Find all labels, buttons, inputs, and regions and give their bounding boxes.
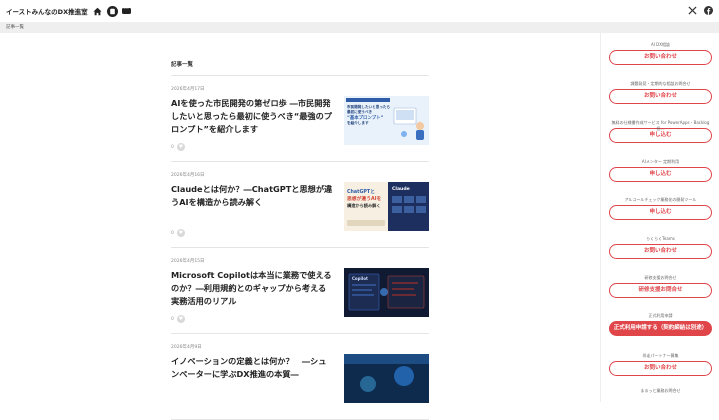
cta-label: 正式利用申請 [648,313,673,318]
sidebar-item-official-application: 正式利用申請 正式利用申請する（契約締結は別途） [609,313,712,336]
sidebar-item-ai-dx: AI DX相談 お問い合わせ [609,42,712,65]
sidebar-cta-list: AI DX相談 お問い合わせ 課題発見・定期的な相談お問合せ お問い合わせ 無料… [600,33,719,402]
thumbnail-image: Claude ChatGPTと 思想が違うAIを 構造から読み解く [344,182,429,231]
like-count: 0 [171,316,174,322]
social-links [688,6,713,15]
apply-button[interactable]: 申し込む [609,167,712,182]
heart-icon[interactable]: ♥ [176,229,185,237]
thumb-text-4: を紹介します [347,120,369,125]
cta-label: 研修支援お問合せ [644,275,677,280]
site-title[interactable]: イーストみんなのDX推進室 [6,6,88,16]
sidebar-item-ai-mentor: AIメンター 定期利用 申し込む [609,159,712,182]
heart-icon[interactable]: ♥ [176,143,185,151]
article-card[interactable]: 2026年4月9日 イノベーションの定義とは何か？ ―シュンペーターに学ぶDX推… [171,334,429,420]
article-card[interactable]: 2026年4月17日 AIを使った市民開発の第ゼロ歩 ―市民開発したいと思ったら… [171,76,429,162]
thumb-text-4: Claude [392,186,410,192]
cta-label: AIメンター 定期利用 [641,159,680,164]
like-area: 0 ♥ [171,315,185,323]
thumb-text-2: 思想が違うAIを [347,195,381,202]
contact-button[interactable]: お問い合わせ [609,361,712,376]
note-logo-icon[interactable] [106,5,118,17]
sidebar-item-consult: 課題発見・定期的な相談お問合せ お問い合わせ [609,81,712,104]
heart-icon[interactable]: ♥ [176,315,185,323]
article-date: 2026年4月17日 [171,87,205,92]
thumb-text-3: 構造から読み解く [347,202,381,209]
article-thumbnail[interactable]: 市民開発したいと思ったら 最初に使うべき “基本プロンプト” を紹介します [344,96,429,145]
cta-label: らくらくTeams [646,236,675,241]
sidebar-item-teams: らくらくTeams お問い合わせ [609,236,712,259]
apply-button[interactable]: 申し込む [609,205,712,220]
training-contact-button[interactable]: 研修支援お問合せ [609,283,712,298]
sidebar-item-spec: 無料の仕様書作成サービス for PowerApps・Backlog 担… 申し… [609,120,712,143]
thumb-text-1: ChatGPTと [347,188,375,195]
thumb-text-1: Copilot [352,276,368,281]
cta-label: AI DX相談 [650,42,670,47]
facebook-icon[interactable] [704,6,713,15]
thumbnail-image: 市民開発したいと思ったら 最初に使うべき “基本プロンプト” を紹介します [344,96,429,145]
cta-label: 課題発見・定期的な相談お問合せ [630,81,691,86]
section-title: 記事一覧 [171,60,429,76]
thumb-text-2: 最初に使うべき [347,109,373,114]
sidebar-item-training: 研修支援お問合せ 研修支援お問合せ [609,275,712,298]
home-icon[interactable] [93,7,102,16]
article-title[interactable]: Claudeとは何か？―ChatGPTと思想が違うAIを構造から読み解く [171,183,333,209]
cta-label: 無料の仕様書作成サービス for PowerApps・Backlog 担… [611,120,710,131]
article-thumbnail[interactable] [344,354,429,403]
sidebar-item-marutto: まるっと業務お問合せ [609,388,712,394]
thumb-text-3: “基本プロンプト” [347,114,383,121]
article-title[interactable]: AIを使った市民開発の第ゼロ歩 ―市民開発したいと思ったら最初に使うべき“最強の… [171,97,333,136]
more-menu-icon[interactable]: ··· [121,7,131,14]
contact-button[interactable]: お問い合わせ [609,244,712,259]
article-thumbnail[interactable]: Claude ChatGPTと 思想が違うAIを 構造から読み解く [344,182,429,231]
thumb-text-1: 市民開発したいと思ったら [347,104,391,109]
contact-button[interactable]: お問い合わせ [609,50,712,65]
like-count: 0 [171,230,174,236]
x-twitter-icon[interactable] [688,6,697,15]
cta-label: 伴走パートナー募集 [642,353,679,358]
article-card[interactable]: 2026年4月16日 Claudeとは何か？―ChatGPTと思想が違うAIを構… [171,162,429,248]
article-card[interactable]: 2026年4月15日 Microsoft Copilotは本当に業務で使えるのか… [171,248,429,334]
cta-label: まるっと業務お問合せ [640,388,681,393]
like-area: 0 ♥ [171,229,185,237]
top-bar: イーストみんなのDX推進室 ··· [0,0,719,22]
like-area: 0 ♥ [171,143,185,151]
like-count: 0 [171,144,174,150]
contact-button[interactable]: お問い合わせ [609,89,712,104]
sidebar-item-alcohol: アルコールチェック業務化の開発ツール 申し込む [609,197,712,220]
article-date: 2026年4月16日 [171,173,205,178]
article-title[interactable]: イノベーションの定義とは何か？ ―シュンペーターに学ぶDX推進の本質― [171,355,333,381]
article-date: 2026年4月15日 [171,259,205,264]
official-application-button[interactable]: 正式利用申請する（契約締結は別途） [609,321,712,336]
thumbnail-image: Copilot [344,268,429,317]
breadcrumb[interactable]: 記事一覧 [0,22,719,33]
article-list: 記事一覧 2026年4月17日 AIを使った市民開発の第ゼロ歩 ―市民開発したい… [171,60,429,420]
cta-label: アルコールチェック業務化の開発ツール [624,197,697,202]
apply-button[interactable]: 申し込む [609,128,712,143]
article-thumbnail[interactable]: Copilot [344,268,429,317]
article-title[interactable]: Microsoft Copilotは本当に業務で使えるのか？―利用規約とのギャッ… [171,269,333,308]
thumbnail-image [344,354,429,403]
sidebar-item-partner: 伴走パートナー募集 お問い合わせ [609,353,712,376]
article-date: 2026年4月9日 [171,345,202,350]
